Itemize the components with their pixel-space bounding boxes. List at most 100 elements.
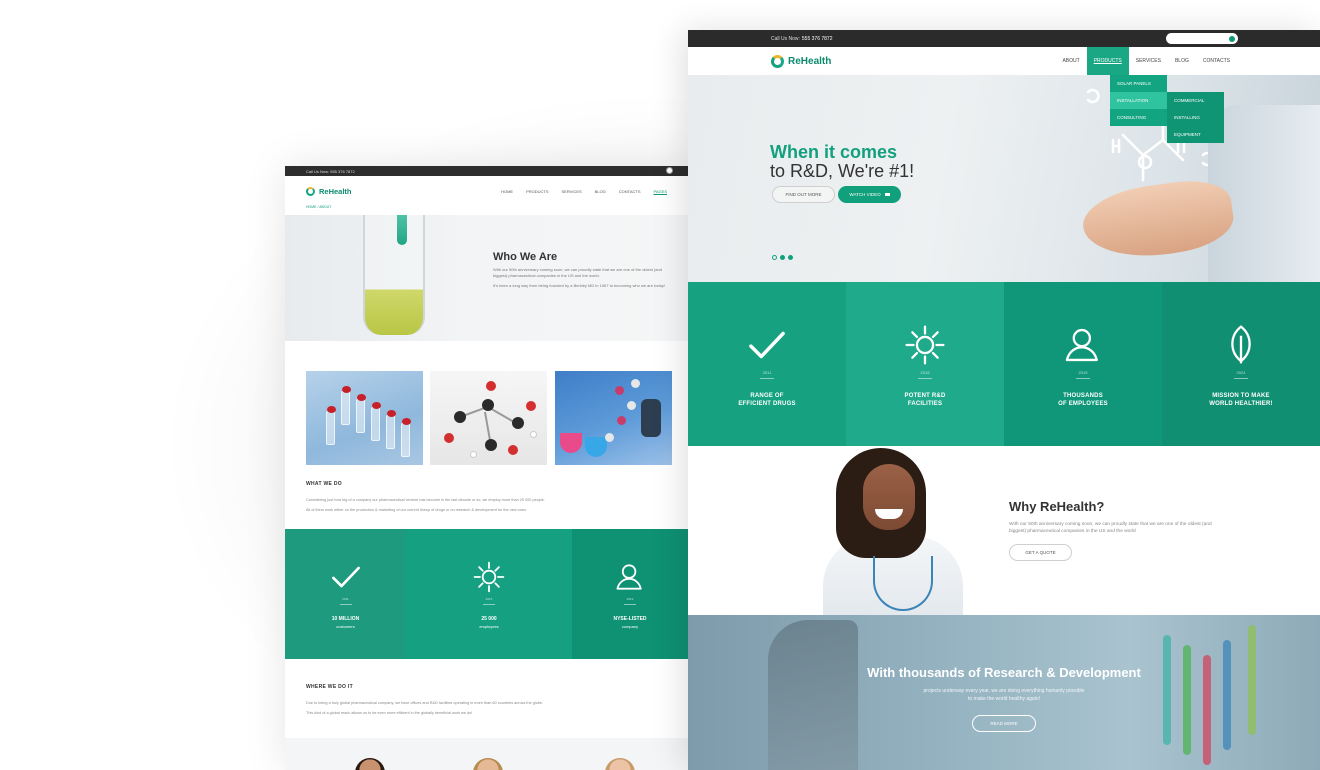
stat-label: company — [621, 624, 639, 629]
products-dropdown: SOLAR PANELS INSTALLATION CONSULTING — [1110, 75, 1167, 126]
menu-item-installation[interactable]: INSTALLATION — [1110, 92, 1167, 109]
divider — [918, 378, 932, 379]
why-rehealth-section: Why ReHealth? With our 50th anniversary … — [688, 446, 1320, 616]
divider — [1076, 378, 1090, 379]
search-input[interactable] — [1166, 33, 1238, 44]
nav-services[interactable]: SERVICES — [562, 189, 582, 194]
nav-contacts[interactable]: CONTACTS — [619, 189, 641, 194]
feature-drugs: 2011 RANGE OF EFFICIENT DRUGS — [688, 282, 846, 446]
main-nav: ABOUT PRODUCTS SERVICES BLOG CONTACTS — [1055, 47, 1237, 75]
nav-products[interactable]: PRODUCTS — [526, 189, 548, 194]
feature-label-line-1: RANGE OF — [750, 393, 784, 399]
sun-icon — [905, 325, 945, 365]
breadcrumb[interactable]: HOME / ABOUT — [306, 205, 331, 209]
stat-year: 2011 — [342, 597, 349, 601]
feature-year: 2019 — [1078, 370, 1088, 375]
logo-icon — [771, 54, 784, 68]
pipette-image — [397, 215, 407, 245]
menu-item-commercial[interactable]: COMMERCIAL — [1167, 92, 1224, 109]
section-text-2: All of them work either on the productio… — [306, 508, 527, 512]
doctor-photo — [818, 446, 968, 616]
watch-video-button[interactable]: WATCH VIDEO — [838, 186, 901, 203]
divider — [624, 604, 636, 605]
nav-contacts[interactable]: CONTACTS — [1196, 47, 1237, 75]
feature-label: THOUSANDS OF EMPLOYEES — [1058, 392, 1108, 408]
slider-dot[interactable] — [788, 255, 793, 260]
research-title: With thousands of Research & Development — [867, 665, 1141, 680]
team-avatar — [605, 758, 635, 770]
stat-label: customers — [336, 624, 355, 629]
what-we-do-section: WHAT WE DO Considering just how big of a… — [306, 481, 666, 515]
section-text: Due to being a truly global pharmaceutic… — [306, 701, 544, 705]
home-page-mockup: Call Us Now: 555 376 7872 ReHealth ABOUT… — [688, 30, 1320, 770]
divider — [339, 604, 352, 605]
research-section: With thousands of Research & Development… — [688, 615, 1320, 770]
section-title: WHERE WE DO IT — [306, 684, 353, 690]
nav-home[interactable]: HOME — [501, 189, 513, 194]
test-tube-image — [363, 215, 425, 335]
nav-blog[interactable]: BLOG — [595, 189, 606, 194]
logo[interactable]: ReHealth — [306, 186, 352, 196]
logo-icon — [306, 186, 315, 196]
header: ReHealth ABOUT PRODUCTS SERVICES BLOG CO… — [688, 47, 1320, 75]
feature-label-line-2: WORLD HEALTHIER! — [1209, 401, 1273, 407]
feature-year: 2024 — [1236, 370, 1246, 375]
call-label: Call Us Now: — [771, 35, 800, 42]
topbar: Call Us Now: 555 376 7872 — [688, 30, 1320, 47]
feature-label-line-1: POTENT R&D — [904, 393, 946, 399]
nav-products[interactable]: PRODUCTS — [1086, 47, 1129, 75]
slider-dot[interactable] — [772, 255, 777, 260]
stat-label: employees — [479, 624, 499, 629]
sun-icon — [473, 561, 505, 593]
get-a-quote-button[interactable]: GET A QUOTE — [1009, 544, 1072, 561]
hero-text: With our 50th anniversary coming soon, w… — [493, 267, 662, 278]
section-text: Considering just how big of a company ou… — [306, 498, 545, 502]
header: ReHealth HOME PRODUCTS SERVICES BLOG CON… — [285, 176, 688, 206]
menu-item-solar-panels[interactable]: SOLAR PANELS — [1110, 75, 1167, 92]
lab-photo — [555, 371, 672, 465]
menu-item-consulting[interactable]: CONSULTING — [1110, 109, 1167, 126]
team-avatar — [473, 758, 503, 770]
nav-about[interactable]: ABOUT — [1055, 47, 1086, 75]
read-more-button[interactable]: READ MORE — [972, 715, 1036, 732]
feature-facilities: 2015 POTENT R&D FACILITIES — [846, 282, 1004, 446]
divider — [1234, 378, 1248, 379]
stat-year: 2015 — [485, 597, 493, 601]
logo-text: ReHealth — [319, 186, 352, 196]
hero-title-line-2: to R&D, We're #1! — [770, 161, 915, 181]
research-text: projects underway every year, we are doi… — [688, 687, 1320, 703]
slider-pagination — [772, 255, 793, 260]
nav-blog[interactable]: BLOG — [1168, 47, 1196, 75]
search-icon[interactable] — [666, 167, 673, 174]
feature-label: RANGE OF EFFICIENT DRUGS — [738, 392, 795, 408]
slider-dot[interactable] — [780, 255, 785, 260]
section-text-2: This kind of a global reach allows us to… — [306, 711, 473, 715]
menu-item-installing[interactable]: INSTALLING — [1167, 109, 1224, 126]
stat-company: 2019 NYSE-LISTED company — [572, 529, 688, 659]
feature-mission: 2024 MISSION TO MAKE WORLD HEALTHIER! — [1162, 282, 1320, 446]
user-icon — [1065, 328, 1098, 362]
feature-year: 2011 — [762, 370, 772, 375]
research-text-line-2: to make the world healthy again! — [968, 696, 1040, 702]
test-tube-graphic — [1248, 625, 1256, 735]
menu-item-equipment[interactable]: EQUIPMENT — [1167, 126, 1224, 143]
vials-photo — [306, 371, 423, 465]
logo[interactable]: ReHealth — [771, 54, 831, 68]
where-we-do-it-section: WHERE WE DO IT Due to being a truly glob… — [306, 684, 666, 718]
features-section: 2011 RANGE OF EFFICIENT DRUGS 2015 POTENT… — [688, 282, 1320, 446]
nav-pages[interactable]: PAGES — [654, 189, 668, 194]
why-title: Why ReHealth? — [1009, 499, 1105, 514]
stat-value: NYSE-LISTED — [613, 616, 647, 622]
hero-title: When it comes to R&D, We're #1! — [770, 143, 914, 181]
find-out-more-button[interactable]: FIND OUT MORE — [772, 186, 835, 203]
stat-customers: 2011 10 MILLION customers — [285, 529, 406, 659]
check-icon — [749, 331, 785, 359]
stat-year: 2019 — [626, 597, 634, 601]
nav-services[interactable]: SERVICES — [1129, 47, 1168, 75]
who-we-are-hero: Who We Are With our 50th anniversary com… — [285, 215, 688, 341]
video-icon — [884, 193, 890, 196]
search-icon[interactable] — [1229, 35, 1235, 42]
stat-employees: 2015 25 000 employees — [406, 529, 572, 659]
installation-submenu: COMMERCIAL INSTALLING EQUIPMENT — [1167, 92, 1224, 143]
about-page-mockup: Call Us Now: 555 376 7872 ReHealth HOME … — [285, 166, 688, 770]
